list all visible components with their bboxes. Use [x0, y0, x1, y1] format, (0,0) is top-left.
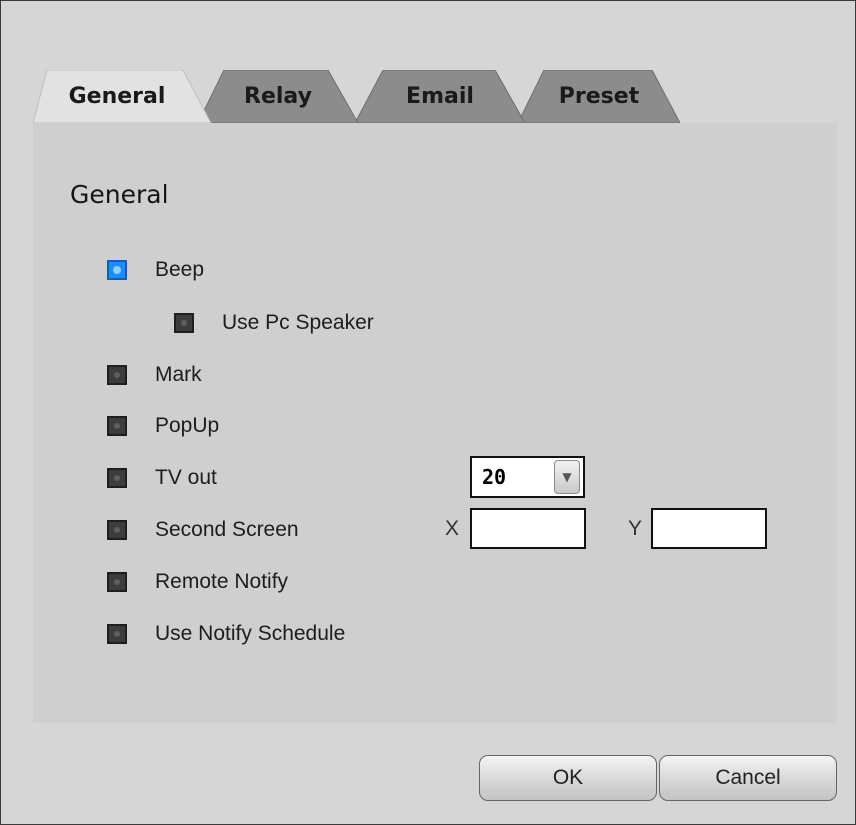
- use-pc-speaker-checkbox[interactable]: [174, 313, 194, 333]
- use-pc-speaker-label: Use Pc Speaker: [222, 311, 374, 334]
- y-coord-label: Y: [628, 517, 643, 540]
- popup-option[interactable]: PopUp: [107, 414, 219, 438]
- tab-preset[interactable]: Preset: [518, 70, 680, 123]
- tab-general[interactable]: General: [33, 70, 223, 123]
- remote-notify-option[interactable]: Remote Notify: [107, 570, 288, 594]
- beep-label: Beep: [155, 258, 205, 281]
- tab-relay-label: Relay: [244, 84, 312, 109]
- tab-bar: Preset Email Relay General: [0, 0, 856, 125]
- tv-out-select-value: 20: [482, 465, 507, 489]
- use-notify-schedule-checkbox[interactable]: [107, 624, 127, 644]
- tv-out-checkbox[interactable]: [107, 468, 127, 488]
- tab-preset-label: Preset: [558, 84, 640, 109]
- ok-button[interactable]: OK: [479, 755, 657, 801]
- use-notify-schedule-label: Use Notify Schedule: [155, 622, 346, 645]
- remote-notify-label: Remote Notify: [155, 570, 289, 593]
- x-coord-input[interactable]: [470, 508, 586, 549]
- y-coord-input[interactable]: [651, 508, 767, 549]
- cancel-button[interactable]: Cancel: [659, 755, 837, 801]
- section-title: General: [70, 180, 169, 209]
- tab-general-label: General: [68, 84, 166, 109]
- popup-label: PopUp: [155, 414, 220, 437]
- x-coord-label: X: [445, 517, 460, 540]
- beep-checkbox[interactable]: [107, 260, 127, 280]
- second-screen-label: Second Screen: [155, 518, 299, 541]
- mark-label: Mark: [155, 363, 202, 386]
- tv-out-option[interactable]: TV out: [107, 466, 217, 490]
- popup-checkbox[interactable]: [107, 416, 127, 436]
- mark-option[interactable]: Mark: [107, 363, 202, 387]
- tab-email[interactable]: Email: [355, 70, 525, 123]
- beep-option[interactable]: Beep: [107, 258, 204, 282]
- mark-checkbox[interactable]: [107, 365, 127, 385]
- chevron-down-icon[interactable]: ▼: [554, 460, 580, 494]
- tv-out-label: TV out: [155, 466, 217, 489]
- use-pc-speaker-option[interactable]: Use Pc Speaker: [174, 311, 374, 335]
- second-screen-option[interactable]: Second Screen: [107, 518, 299, 542]
- tab-email-label: Email: [406, 84, 474, 109]
- tv-out-select[interactable]: 20 ▼: [470, 456, 585, 498]
- remote-notify-checkbox[interactable]: [107, 572, 127, 592]
- second-screen-checkbox[interactable]: [107, 520, 127, 540]
- use-notify-schedule-option[interactable]: Use Notify Schedule: [107, 622, 345, 646]
